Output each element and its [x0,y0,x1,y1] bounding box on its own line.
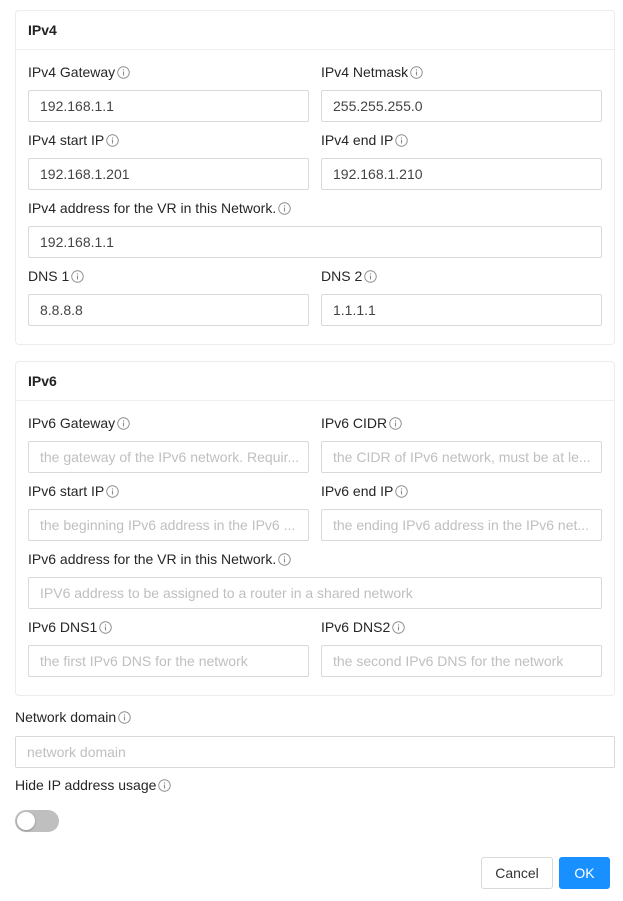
ipv4-dns1-input[interactable]: 8.8.8.8 [28,294,309,326]
info-icon[interactable] [395,133,409,147]
ipv4-section-title: IPv4 [16,11,614,50]
info-icon[interactable] [117,65,130,79]
ipv4-section: IPv4 IPv4 Gateway 192.168.1.1 IPv4 Netma… [15,10,615,345]
cancel-button[interactable]: Cancel [481,857,553,889]
info-icon[interactable] [117,416,130,430]
info-icon[interactable] [71,269,84,283]
info-icon[interactable] [106,133,119,147]
ipv4-end-ip-label: IPv4 end IP [321,132,394,148]
info-icon[interactable] [278,201,291,215]
ipv4-gateway-label: IPv4 Gateway [28,64,116,80]
network-domain-label: Network domain [15,709,117,725]
hide-ip-usage-label: Hide IP address usage [15,777,157,793]
info-icon[interactable] [389,416,402,430]
ipv4-dns2-label: DNS 2 [321,268,363,284]
ipv6-cidr-label: IPv6 CIDR [321,415,388,431]
info-icon[interactable] [99,620,112,634]
info-icon[interactable] [106,484,119,498]
hide-ip-usage-toggle[interactable] [15,810,59,832]
ipv6-section: IPv6 IPv6 Gateway the gateway of the IPv… [15,361,615,696]
ipv4-vr-address-label: IPv4 address for the VR in this Network. [28,200,277,216]
ipv6-cidr-input[interactable]: the CIDR of IPv6 network, must be at le.… [321,441,602,473]
ipv6-dns2-label: IPv6 DNS2 [321,619,391,635]
toggle-knob [17,812,35,830]
ipv6-dns1-label: IPv6 DNS1 [28,619,98,635]
ipv6-gateway-label: IPv6 Gateway [28,415,116,431]
ipv6-dns2-input[interactable]: the second IPv6 DNS for the network [321,645,602,677]
info-icon[interactable] [410,65,423,79]
ipv6-section-title: IPv6 [16,362,614,401]
ipv4-gateway-input[interactable]: 192.168.1.1 [28,90,309,122]
ipv6-gateway-input[interactable]: the gateway of the IPv6 network. Requir.… [28,441,309,473]
ipv4-netmask-input[interactable]: 255.255.255.0 [321,90,602,122]
ipv4-dns1-label: DNS 1 [28,268,70,284]
info-icon[interactable] [392,620,405,634]
ipv4-start-ip-input[interactable]: 192.168.1.201 [28,158,309,190]
info-icon[interactable] [364,269,377,283]
ipv6-end-ip-label: IPv6 end IP [321,483,394,499]
info-icon[interactable] [118,710,131,724]
ipv4-vr-address-input[interactable]: 192.168.1.1 [28,226,602,258]
info-icon[interactable] [395,484,409,498]
network-domain-input[interactable]: network domain [15,736,615,768]
ipv6-dns1-input[interactable]: the first IPv6 DNS for the network [28,645,309,677]
ipv6-end-ip-input[interactable]: the ending IPv6 address in the IPv6 net.… [321,509,602,541]
info-icon[interactable] [158,778,172,792]
ipv4-dns2-input[interactable]: 1.1.1.1 [321,294,602,326]
ipv6-vr-address-input[interactable]: IPV6 address to be assigned to a router … [28,577,602,609]
ipv6-start-ip-label: IPv6 start IP [28,483,105,499]
ok-button[interactable]: OK [559,857,610,889]
ipv4-start-ip-label: IPv4 start IP [28,132,105,148]
ipv6-vr-address-label: IPv6 address for the VR in this Network. [28,551,277,567]
info-icon[interactable] [278,552,291,566]
ipv4-netmask-label: IPv4 Netmask [321,64,409,80]
ipv6-start-ip-input[interactable]: the beginning IPv6 address in the IPv6 .… [28,509,309,541]
ipv4-end-ip-input[interactable]: 192.168.1.210 [321,158,602,190]
